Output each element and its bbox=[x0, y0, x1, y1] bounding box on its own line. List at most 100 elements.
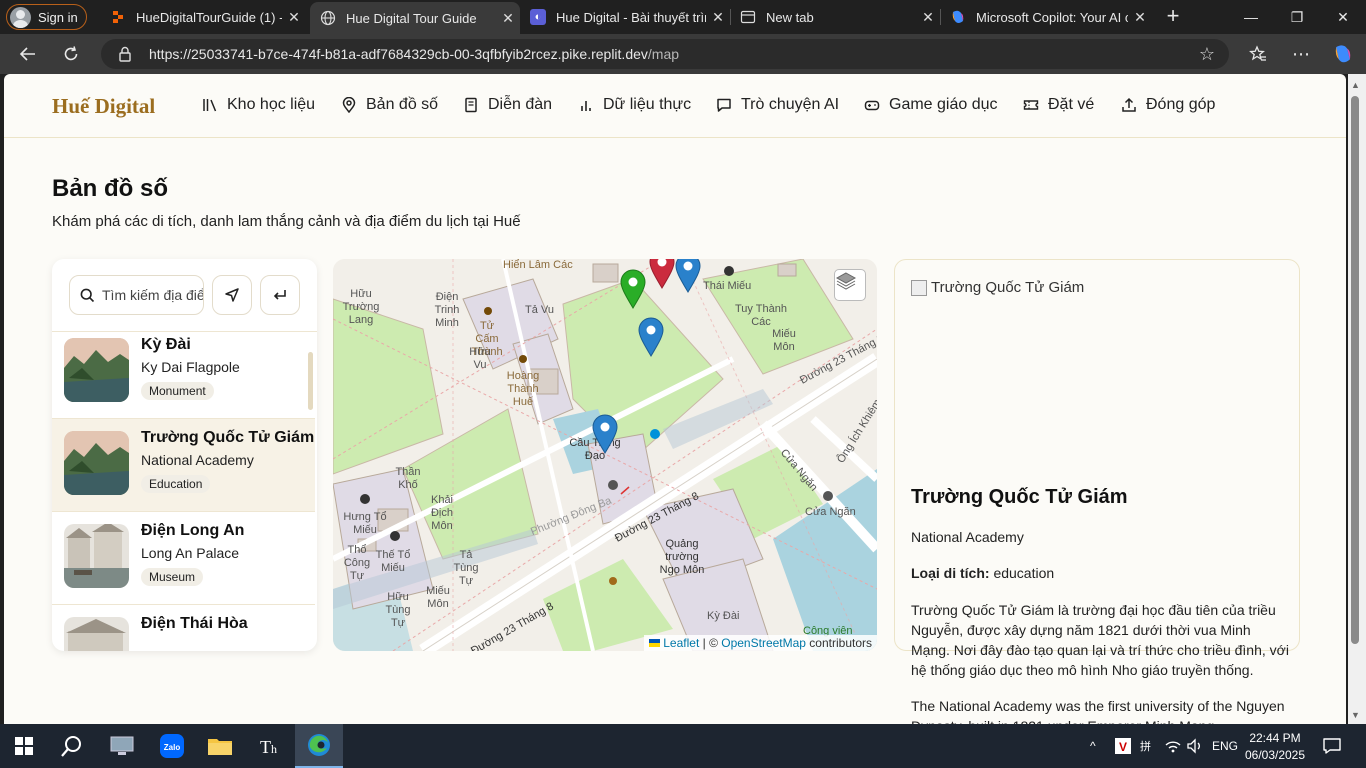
nav-label: Dữ liệu thực bbox=[603, 96, 692, 113]
ime-icon[interactable]: 拼 bbox=[1140, 724, 1156, 768]
marker-blue-icon[interactable] bbox=[675, 259, 701, 293]
page-title: Bản đồ số bbox=[52, 175, 169, 202]
search-input[interactable]: Tìm kiếm địa điểm bbox=[69, 275, 204, 315]
list-scrollbar[interactable] bbox=[308, 352, 313, 410]
return-button[interactable] bbox=[260, 275, 300, 315]
search-taskbar-button[interactable] bbox=[48, 724, 96, 768]
close-tab-icon[interactable]: ✕ bbox=[496, 10, 520, 27]
volume-icon[interactable] bbox=[1186, 724, 1204, 768]
close-tab-icon[interactable]: ✕ bbox=[916, 9, 940, 26]
map-label: Thái Miếu bbox=[703, 280, 752, 292]
favorites-icon[interactable] bbox=[1243, 40, 1273, 68]
nav-item-contribute[interactable]: Đóng góp bbox=[1121, 96, 1215, 114]
list-item[interactable]: Điện Thái Hòa bbox=[52, 605, 315, 651]
minimize-button[interactable]: — bbox=[1228, 0, 1274, 34]
page-scrollbar[interactable]: ▲ ▼ bbox=[1348, 74, 1366, 724]
list-item[interactable]: Kỳ Đài Ky Dai Flagpole Monument bbox=[52, 326, 315, 419]
leaflet-map[interactable]: Hiển Lâm Các Hữu Trường Lang Điện Trinh … bbox=[333, 259, 877, 651]
new-tab-button[interactable]: + bbox=[1160, 4, 1186, 30]
map-label: Tuy Thành Các bbox=[735, 303, 787, 328]
tray-app-icon[interactable]: V bbox=[1114, 724, 1132, 768]
map-label: Hoàng Thành Huế bbox=[506, 370, 540, 408]
taskbar-clock[interactable]: 22:44 PM 06/03/2025 bbox=[1240, 730, 1310, 764]
tab-hue-tour-guide[interactable]: Hue Digital Tour Guide ✕ bbox=[310, 2, 520, 34]
leaflet-link[interactable]: Leaflet bbox=[663, 636, 699, 650]
nav-item-data[interactable]: Dữ liệu thực bbox=[578, 96, 691, 114]
detail-type-label: Loại di tích: bbox=[911, 565, 990, 581]
address-bar[interactable]: https://25033741-b7ce-474f-b81a-adf76843… bbox=[101, 39, 1229, 69]
show-hidden-icons[interactable]: ^ bbox=[1090, 724, 1096, 768]
detail-type-value: education bbox=[993, 565, 1055, 581]
site-brand[interactable]: Huế Digital bbox=[52, 94, 155, 119]
nav-item-forum[interactable]: Diễn đàn bbox=[463, 96, 552, 114]
tab-title: Microsoft Copilot: Your AI co bbox=[976, 9, 1128, 25]
computer-icon bbox=[110, 736, 134, 755]
notifications-icon[interactable] bbox=[1322, 724, 1342, 768]
restore-button[interactable]: ❐ bbox=[1274, 0, 1320, 34]
nav-item-tickets[interactable]: Đặt vé bbox=[1023, 96, 1094, 114]
ukraine-flag-icon bbox=[649, 639, 661, 647]
map-label: Hưng Tổ Miếu bbox=[343, 511, 387, 536]
tab-new-tab[interactable]: New tab ✕ bbox=[730, 0, 940, 34]
more-menu-icon[interactable]: ⋯ bbox=[1286, 40, 1316, 68]
back-button[interactable] bbox=[13, 40, 43, 68]
map-label: Thế Tổ Miếu bbox=[375, 549, 411, 574]
detail-description-vi: Trường Quốc Tử Giám là trường đại học đầ… bbox=[911, 602, 1289, 678]
close-tab-icon[interactable]: ✕ bbox=[282, 9, 306, 26]
tab-copilot[interactable]: Microsoft Copilot: Your AI co ✕ bbox=[940, 0, 1152, 34]
marker-green-icon[interactable] bbox=[620, 269, 646, 309]
tab-title: New tab bbox=[766, 9, 814, 25]
taskbar-app-zalo[interactable]: Zalo bbox=[148, 724, 196, 768]
marker-blue-icon[interactable] bbox=[592, 414, 618, 454]
scroll-down-icon[interactable]: ▼ bbox=[1351, 710, 1360, 720]
close-tab-icon[interactable]: ✕ bbox=[1128, 9, 1152, 26]
taskbar-app-edge[interactable] bbox=[295, 724, 343, 768]
copilot-sidebar-icon[interactable] bbox=[1328, 40, 1358, 68]
taskbar-app-settings[interactable] bbox=[98, 724, 146, 768]
attribution-separator: | © bbox=[699, 636, 722, 650]
marker-blue-icon[interactable] bbox=[638, 317, 664, 357]
start-button[interactable] bbox=[0, 724, 48, 768]
forum-icon bbox=[463, 97, 479, 113]
layers-control-button[interactable] bbox=[834, 269, 866, 301]
locate-button[interactable] bbox=[212, 275, 252, 315]
taskbar-app-explorer[interactable] bbox=[196, 724, 244, 768]
svg-text:V: V bbox=[1119, 740, 1127, 754]
wifi-icon[interactable] bbox=[1164, 724, 1182, 768]
attribution-suffix: contributors bbox=[805, 636, 872, 650]
refresh-button[interactable] bbox=[56, 40, 86, 68]
tab-presentation[interactable]: ◐ Hue Digital - Bài thuyết trình ✕ bbox=[520, 0, 730, 34]
list-item[interactable]: Điện Long An Long An Palace Museum bbox=[52, 512, 315, 605]
gamepad-icon bbox=[864, 97, 880, 113]
favorite-star-icon[interactable]: ☆ bbox=[1199, 44, 1215, 65]
browser-toolbar: https://25033741-b7ce-474f-b81a-adf76843… bbox=[0, 34, 1366, 74]
close-window-button[interactable]: ✕ bbox=[1320, 0, 1366, 34]
nav-item-map[interactable]: Bản đồ số bbox=[341, 96, 438, 114]
browser-tab-bar: Sign in HueDigitalTourGuide (1) - Re ✕ H… bbox=[0, 0, 1366, 34]
nav-item-library[interactable]: Kho học liệu bbox=[202, 96, 315, 114]
text-app-icon: Th bbox=[260, 737, 277, 757]
map-label: Hữu Trường Lang bbox=[342, 288, 380, 326]
detail-title: Trường Quốc Tử Giám bbox=[911, 486, 1128, 508]
upload-icon bbox=[1121, 97, 1137, 113]
navigation-arrow-icon bbox=[225, 288, 239, 302]
place-thumbnail bbox=[64, 431, 129, 495]
map-label: Tả Tùng Tự bbox=[453, 549, 479, 587]
map-label: Thổ Công Tự bbox=[343, 544, 371, 582]
osm-link[interactable]: OpenStreetMap bbox=[721, 636, 806, 650]
input-language-indicator[interactable]: ENG bbox=[1212, 724, 1238, 768]
sign-in-button[interactable]: Sign in bbox=[6, 4, 87, 30]
scroll-up-icon[interactable]: ▲ bbox=[1351, 80, 1360, 90]
lock-icon[interactable] bbox=[118, 46, 132, 62]
nav-item-games[interactable]: Game giáo dục bbox=[864, 96, 998, 114]
globe-icon bbox=[320, 10, 336, 26]
nav-label: Trò chuyện AI bbox=[741, 96, 840, 113]
marker-red-icon[interactable] bbox=[649, 259, 675, 289]
tab-replit[interactable]: HueDigitalTourGuide (1) - Re ✕ bbox=[100, 0, 306, 34]
nav-label: Game giáo dục bbox=[889, 96, 998, 113]
close-tab-icon[interactable]: ✕ bbox=[706, 9, 730, 26]
scrollbar-thumb[interactable] bbox=[1351, 96, 1359, 644]
nav-item-ai-chat[interactable]: Trò chuyện AI bbox=[716, 96, 839, 114]
list-item[interactable]: Trường Quốc Tử Giám National Academy Edu… bbox=[52, 419, 315, 512]
taskbar-app-text[interactable]: Th bbox=[246, 724, 294, 768]
